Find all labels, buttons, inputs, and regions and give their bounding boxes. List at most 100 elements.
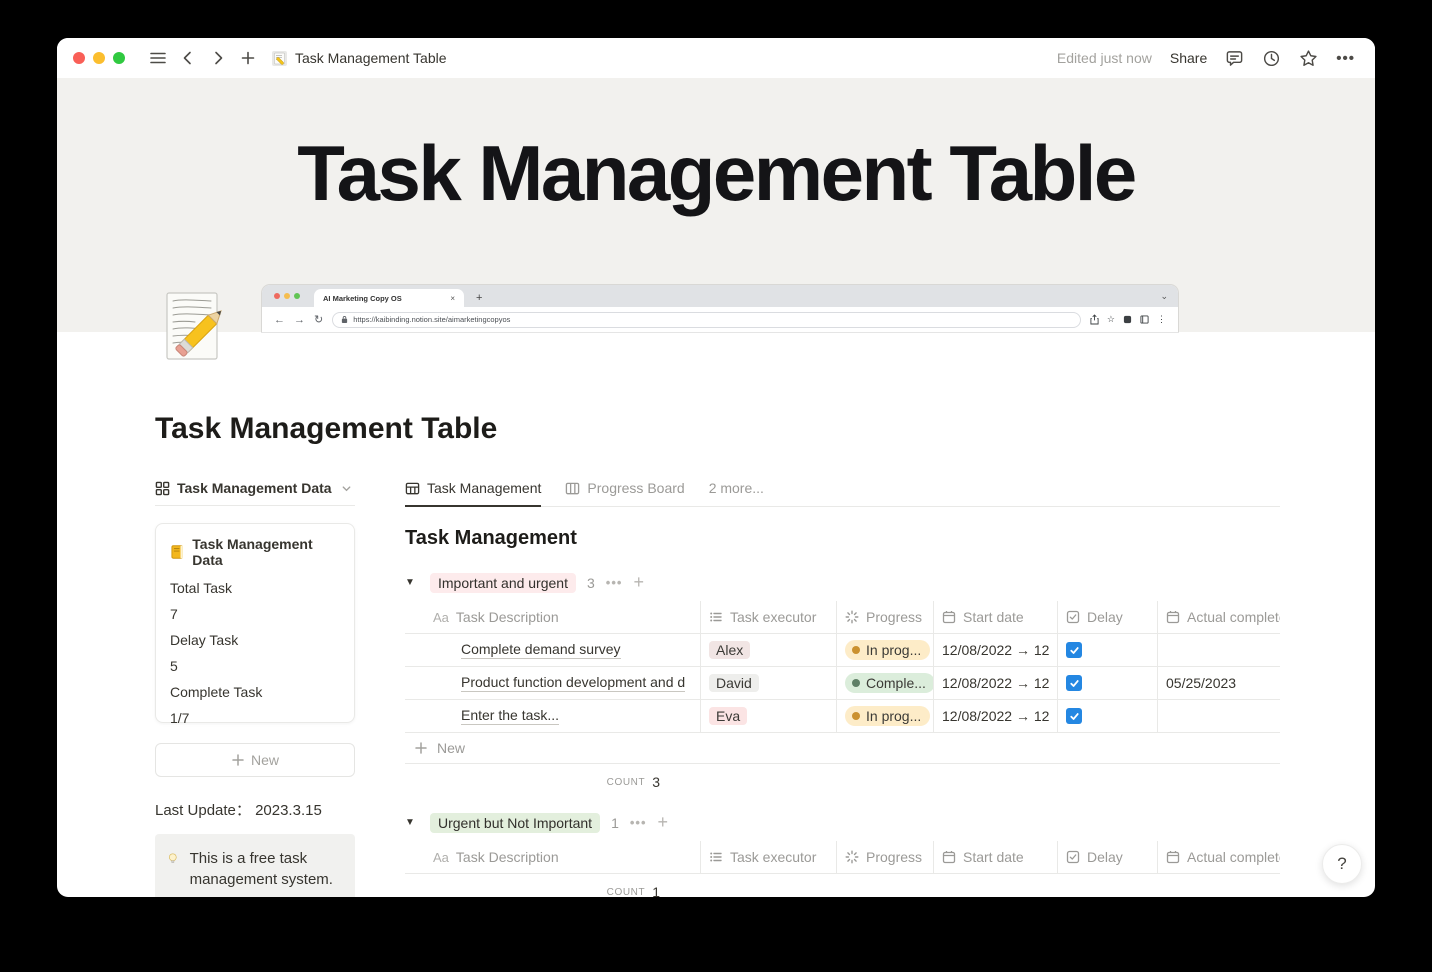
- executor-cell[interactable]: David: [700, 667, 836, 699]
- start-date-cell[interactable]: 12/08/2022 → 12: [933, 700, 1057, 732]
- group-header-urgent-not-important: ▼ Urgent but Not Important 1 ••• +: [405, 812, 1280, 833]
- group-count: 1: [611, 814, 619, 831]
- task-title: Complete demand survey: [461, 641, 621, 659]
- actual-complete-cell[interactable]: 05/25/2023: [1157, 667, 1280, 699]
- executor-cell[interactable]: Eva: [700, 700, 836, 732]
- table-urgent-not-important: Aa Task Description Task executor Progres…: [405, 841, 1280, 897]
- group-aggregate[interactable]: COUNT 1: [405, 874, 700, 897]
- checkbox-icon: [1066, 850, 1080, 864]
- board-view-icon: [566, 482, 580, 494]
- column-header-task-executor[interactable]: Task executor: [700, 841, 836, 873]
- linked-view-selector[interactable]: Task Management Data: [155, 480, 355, 506]
- data-card[interactable]: Task Management Data Total Task 7 Delay …: [155, 523, 355, 726]
- page-icon-memo[interactable]: [161, 291, 227, 371]
- sidebar-menu-icon[interactable]: [145, 45, 171, 71]
- progress-icon: [845, 610, 859, 624]
- column-header-progress[interactable]: Progress: [836, 841, 933, 873]
- checked-checkbox[interactable]: [1066, 708, 1082, 724]
- start-date-cell[interactable]: 12/08/2022 → 12: [933, 667, 1057, 699]
- checked-checkbox[interactable]: [1066, 675, 1082, 691]
- group-options-icon[interactable]: •••: [606, 575, 623, 590]
- more-tabs-label: 2 more...: [708, 480, 764, 496]
- group-aggregate[interactable]: COUNT 3: [405, 764, 700, 800]
- column-header-start-date[interactable]: Start date: [933, 841, 1057, 873]
- group-add-icon[interactable]: +: [658, 812, 669, 833]
- start-date-cell[interactable]: 12/08/2022 → 12: [933, 634, 1057, 666]
- view-tabs: Task Management Progress Board 2 more...: [405, 480, 1280, 507]
- callout: This is a free task management system.: [155, 834, 355, 897]
- delay-cell[interactable]: [1057, 667, 1157, 699]
- minimize-window-button[interactable]: [93, 52, 105, 64]
- task-title-cell[interactable]: Enter the task...: [405, 700, 700, 732]
- actual-complete-cell[interactable]: [1157, 634, 1280, 666]
- delay-cell[interactable]: [1057, 700, 1157, 732]
- column-header-progress[interactable]: Progress: [836, 601, 933, 633]
- date-range: 12/08/2022 → 12: [942, 708, 1050, 724]
- table-new-row[interactable]: New: [405, 733, 1280, 764]
- calendar-icon: [1166, 611, 1180, 624]
- group-name-pill[interactable]: Important and urgent: [430, 572, 576, 593]
- task-title-cell[interactable]: Product function development and d: [405, 667, 700, 699]
- group-toggle-icon[interactable]: ▼: [405, 577, 419, 588]
- column-header-delay[interactable]: Delay: [1057, 841, 1157, 873]
- browser-chevron-icon: ⌄: [1160, 291, 1168, 301]
- table-header-row: Aa Task Description Task executor Progres…: [405, 601, 1280, 634]
- progress-tag: In prog...: [845, 640, 931, 660]
- column-header-task-description[interactable]: Aa Task Description: [405, 841, 700, 873]
- column-label: Delay: [1087, 849, 1123, 865]
- tab-more[interactable]: 2 more...: [709, 480, 764, 507]
- sidebar-new-label: New: [250, 752, 279, 768]
- ledger-icon: [171, 545, 183, 559]
- new-page-icon[interactable]: [235, 45, 261, 71]
- sidebar-new-button[interactable]: New: [155, 743, 355, 777]
- table-row: Complete demand survey Alex In prog... 1…: [405, 634, 1280, 667]
- zoom-window-button[interactable]: [113, 52, 125, 64]
- new-row-label: New: [437, 740, 466, 756]
- browser-close-dot: [274, 293, 280, 299]
- more-options-icon[interactable]: •••: [1336, 50, 1355, 67]
- column-header-task-executor[interactable]: Task executor: [700, 601, 836, 633]
- close-window-button[interactable]: [73, 52, 85, 64]
- column-header-actual-complete[interactable]: Actual complete: [1157, 841, 1280, 873]
- breadcrumb[interactable]: Task Management Table: [271, 50, 447, 67]
- group-add-icon[interactable]: +: [633, 572, 644, 593]
- share-page-icon: [1090, 314, 1099, 325]
- column-label: Start date: [963, 849, 1024, 865]
- date-value: 05/25/2023: [1166, 675, 1237, 691]
- group-toggle-icon[interactable]: ▼: [405, 817, 419, 828]
- tab-progress-board[interactable]: Progress Board: [565, 480, 685, 507]
- help-button[interactable]: ?: [1322, 844, 1362, 884]
- column-header-start-date[interactable]: Start date: [933, 601, 1057, 633]
- progress-cell[interactable]: In prog...: [836, 634, 933, 666]
- group-name-pill[interactable]: Urgent but Not Important: [430, 812, 601, 833]
- favorite-star-icon[interactable]: [1299, 49, 1318, 68]
- memo-icon: [271, 50, 288, 67]
- comments-icon[interactable]: [1225, 49, 1244, 68]
- progress-label: Comple...: [866, 675, 926, 691]
- column-header-task-description[interactable]: Aa Task Description: [405, 601, 700, 633]
- executor-cell[interactable]: Alex: [700, 634, 836, 666]
- task-title-cell[interactable]: Complete demand survey: [405, 634, 700, 666]
- column-header-delay[interactable]: Delay: [1057, 601, 1157, 633]
- progress-icon: [845, 850, 859, 864]
- browser-forward-icon: →: [294, 313, 305, 326]
- group-options-icon[interactable]: •••: [630, 815, 647, 830]
- browser-minimize-dot: [284, 293, 290, 299]
- progress-cell[interactable]: In prog...: [836, 700, 933, 732]
- last-update-value: 2023.3.15: [255, 802, 322, 819]
- linked-database-panel: Task Management Data Task Management Dat…: [155, 480, 355, 897]
- stat-value: 1/7: [170, 710, 190, 726]
- share-button[interactable]: Share: [1170, 50, 1207, 66]
- forward-icon[interactable]: [205, 45, 231, 71]
- history-icon[interactable]: [1262, 49, 1281, 68]
- tab-task-management[interactable]: Task Management: [405, 480, 542, 507]
- checked-checkbox[interactable]: [1066, 642, 1082, 658]
- delay-cell[interactable]: [1057, 634, 1157, 666]
- executor-tag: David: [709, 674, 759, 692]
- cover-big-title: Task Management Table: [297, 129, 1137, 217]
- actual-complete-cell[interactable]: [1157, 700, 1280, 732]
- last-update: Last Update： 2023.3.15: [155, 799, 355, 820]
- back-icon[interactable]: [175, 45, 201, 71]
- progress-cell[interactable]: Comple...: [836, 667, 933, 699]
- column-header-actual-complete[interactable]: Actual complete: [1157, 601, 1280, 633]
